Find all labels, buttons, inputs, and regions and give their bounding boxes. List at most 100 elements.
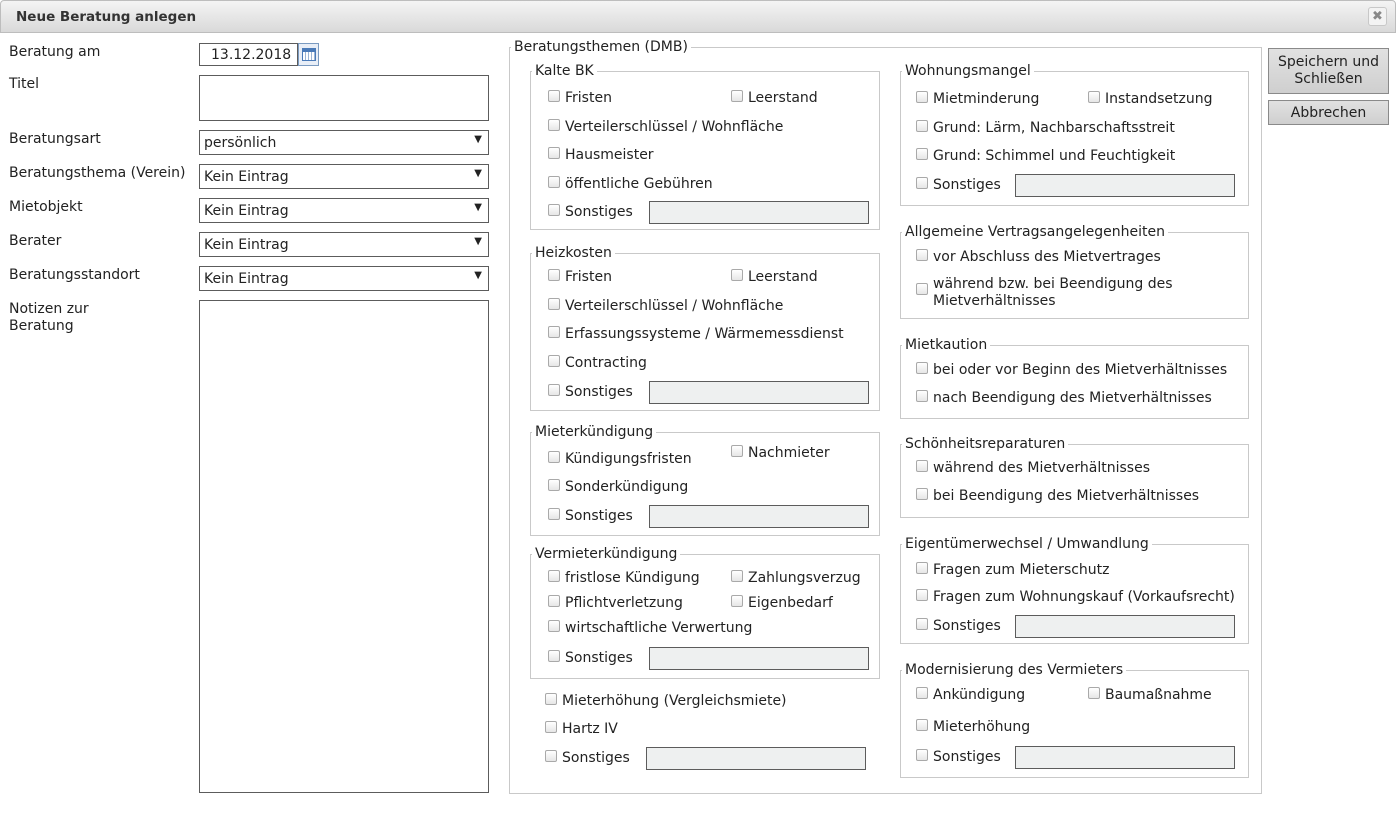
kalte-bk-fristen-label: Fristen bbox=[565, 90, 612, 106]
heizkosten-leerstand-checkbox[interactable] bbox=[731, 269, 743, 281]
heizkosten-contracting-label: Contracting bbox=[565, 355, 647, 371]
eigentuemer-sonstiges-input[interactable] bbox=[1015, 615, 1235, 638]
vertrag-waehrend-checkbox[interactable] bbox=[916, 283, 928, 295]
objekt-select-value: Kein Eintrag bbox=[204, 203, 289, 219]
wohnungsmangel-instandsetzung-checkbox[interactable] bbox=[1088, 91, 1100, 103]
mieterkuendigung-fristen-checkbox[interactable] bbox=[548, 451, 560, 463]
vermieterkuendigung-sonstiges-checkbox[interactable] bbox=[548, 650, 560, 662]
vermieterkuendigung-verwertung-label: wirtschaftliche Verwertung bbox=[565, 620, 753, 636]
kalte-bk-leerstand-checkbox[interactable] bbox=[731, 90, 743, 102]
wohnungsmangel-instandsetzung-label: Instandsetzung bbox=[1105, 91, 1213, 107]
schoenheit-waehrend-label: während des Mietverhältnisses bbox=[933, 460, 1150, 476]
wohnungsmangel-minderung-checkbox[interactable] bbox=[916, 91, 928, 103]
heizkosten-sonstiges-checkbox[interactable] bbox=[548, 384, 560, 396]
kalte-bk-fristen-checkbox[interactable] bbox=[548, 90, 560, 102]
loose-sonstiges-label: Sonstiges bbox=[562, 750, 630, 766]
modernisierung-sonstiges-checkbox[interactable] bbox=[916, 749, 928, 761]
mieterkuendigung-legend: Mieterkündigung bbox=[535, 424, 654, 440]
schoenheit-ende-checkbox[interactable] bbox=[916, 488, 928, 500]
kalte-bk-sonstiges-input[interactable] bbox=[649, 201, 869, 224]
beratungsthemen-legend: Beratungsthemen (DMB) bbox=[514, 39, 688, 55]
vertrag-vor-checkbox[interactable] bbox=[916, 249, 928, 261]
date-input[interactable]: 13.12.2018 bbox=[199, 43, 298, 66]
dialog-titlebar: Neue Beratung anlegen ✖ bbox=[0, 0, 1396, 33]
calendar-button[interactable] bbox=[298, 43, 319, 66]
schoenheit-waehrend-checkbox[interactable] bbox=[916, 460, 928, 472]
vermieterkuendigung-pflicht-label: Pflichtverletzung bbox=[565, 595, 683, 611]
cancel-button[interactable]: Abbrechen bbox=[1268, 100, 1389, 125]
vermieterkuendigung-fristlos-checkbox[interactable] bbox=[548, 570, 560, 582]
mieterkuendigung-nachmieter-label: Nachmieter bbox=[748, 445, 830, 461]
kalte-bk-verteiler-label: Verteilerschlüssel / Wohnfläche bbox=[565, 119, 784, 135]
notes-textarea[interactable] bbox=[199, 300, 489, 793]
berater-label: Berater bbox=[9, 233, 62, 249]
mieterhoehung-checkbox[interactable] bbox=[545, 693, 557, 705]
wohnungsmangel-sonstiges-checkbox[interactable] bbox=[916, 177, 928, 189]
eigentuemer-sonstiges-checkbox[interactable] bbox=[916, 618, 928, 630]
loose-sonstiges-input[interactable] bbox=[646, 747, 866, 770]
art-select[interactable]: persönlich ▼ bbox=[199, 130, 489, 155]
kaution-beginn-checkbox[interactable] bbox=[916, 362, 928, 374]
heizkosten-contracting-checkbox[interactable] bbox=[548, 355, 560, 367]
thema-select[interactable]: Kein Eintrag ▼ bbox=[199, 164, 489, 189]
vertrag-vor-label: vor Abschluss des Mietvertrages bbox=[933, 249, 1161, 265]
vermieterkuendigung-zahlungsverzug-checkbox[interactable] bbox=[731, 570, 743, 582]
modernisierung-ankuendigung-checkbox[interactable] bbox=[916, 687, 928, 699]
heizkosten-verteiler-checkbox[interactable] bbox=[548, 298, 560, 310]
save-close-label-line2: Schließen bbox=[1294, 71, 1363, 87]
eigentuemer-schutz-label: Fragen zum Mieterschutz bbox=[933, 562, 1110, 578]
vermieterkuendigung-legend: Vermieterkündigung bbox=[535, 546, 678, 562]
heizkosten-erfassung-checkbox[interactable] bbox=[548, 326, 560, 338]
loose-sonstiges-checkbox[interactable] bbox=[545, 750, 557, 762]
wohnungsmangel-laerm-label: Grund: Lärm, Nachbarschaftsstreit bbox=[933, 120, 1175, 136]
eigentuemer-schutz-checkbox[interactable] bbox=[916, 562, 928, 574]
kalte-bk-sonstiges-label: Sonstiges bbox=[565, 204, 633, 220]
eigentuemer-kauf-label: Fragen zum Wohnungskauf (Vorkaufsrecht) bbox=[933, 589, 1235, 605]
wohnungsmangel-laerm-checkbox[interactable] bbox=[916, 120, 928, 132]
objekt-select[interactable]: Kein Eintrag ▼ bbox=[199, 198, 489, 223]
schoenheit-group: Schönheitsreparaturen bbox=[900, 436, 1249, 518]
vermieterkuendigung-eigenbedarf-checkbox[interactable] bbox=[731, 595, 743, 607]
modernisierung-mieterhoehung-checkbox[interactable] bbox=[916, 719, 928, 731]
mieterkuendigung-sonstiges-input[interactable] bbox=[649, 505, 869, 528]
kaution-ende-checkbox[interactable] bbox=[916, 390, 928, 402]
vermieterkuendigung-verwertung-checkbox[interactable] bbox=[548, 620, 560, 632]
kaution-legend: Mietkaution bbox=[905, 337, 988, 353]
mieterkuendigung-sonstiges-checkbox[interactable] bbox=[548, 508, 560, 520]
kalte-bk-verteiler-checkbox[interactable] bbox=[548, 119, 560, 131]
mieterkuendigung-nachmieter-checkbox[interactable] bbox=[731, 445, 743, 457]
kalte-bk-sonstiges-checkbox[interactable] bbox=[548, 204, 560, 216]
kaution-ende-label: nach Beendigung des Mietverhältnisses bbox=[933, 390, 1212, 406]
save-close-button[interactable]: Speichern und Schließen bbox=[1268, 48, 1389, 94]
modernisierung-sonstiges-input[interactable] bbox=[1015, 746, 1235, 769]
heizkosten-legend: Heizkosten bbox=[535, 245, 612, 261]
vermieterkuendigung-eigenbedarf-label: Eigenbedarf bbox=[748, 595, 833, 611]
kalte-bk-hausmeister-checkbox[interactable] bbox=[548, 147, 560, 159]
calendar-icon bbox=[302, 48, 316, 61]
vermieterkuendigung-pflicht-checkbox[interactable] bbox=[548, 595, 560, 607]
heizkosten-fristen-checkbox[interactable] bbox=[548, 269, 560, 281]
dropdown-arrow-icon: ▼ bbox=[474, 236, 482, 247]
kalte-bk-gebuehren-checkbox[interactable] bbox=[548, 176, 560, 188]
kalte-bk-hausmeister-label: Hausmeister bbox=[565, 147, 654, 163]
modernisierung-baumassnahme-checkbox[interactable] bbox=[1088, 687, 1100, 699]
eigentuemer-kauf-checkbox[interactable] bbox=[916, 589, 928, 601]
wohnungsmangel-schimmel-checkbox[interactable] bbox=[916, 148, 928, 160]
wohnungsmangel-schimmel-label: Grund: Schimmel und Feuchtigkeit bbox=[933, 148, 1176, 164]
heizkosten-verteiler-label: Verteilerschlüssel / Wohnfläche bbox=[565, 298, 784, 314]
mieterkuendigung-sonder-checkbox[interactable] bbox=[548, 479, 560, 491]
art-select-value: persönlich bbox=[204, 135, 277, 151]
vertrag-waehrend-label-line2: Mietverhältnisses bbox=[933, 293, 1056, 309]
berater-select[interactable]: Kein Eintrag ▼ bbox=[199, 232, 489, 257]
wohnungsmangel-sonstiges-input[interactable] bbox=[1015, 174, 1235, 197]
title-input[interactable] bbox=[199, 75, 489, 121]
standort-select[interactable]: Kein Eintrag ▼ bbox=[199, 266, 489, 291]
art-label: Beratungsart bbox=[9, 131, 101, 147]
hartz-checkbox[interactable] bbox=[545, 721, 557, 733]
vermieterkuendigung-sonstiges-input[interactable] bbox=[649, 647, 869, 670]
close-icon[interactable]: ✖ bbox=[1368, 7, 1387, 26]
heizkosten-sonstiges-label: Sonstiges bbox=[565, 384, 633, 400]
heizkosten-sonstiges-input[interactable] bbox=[649, 381, 869, 404]
hartz-label: Hartz IV bbox=[562, 721, 618, 737]
schoenheit-ende-label: bei Beendigung des Mietverhältnisses bbox=[933, 488, 1200, 504]
